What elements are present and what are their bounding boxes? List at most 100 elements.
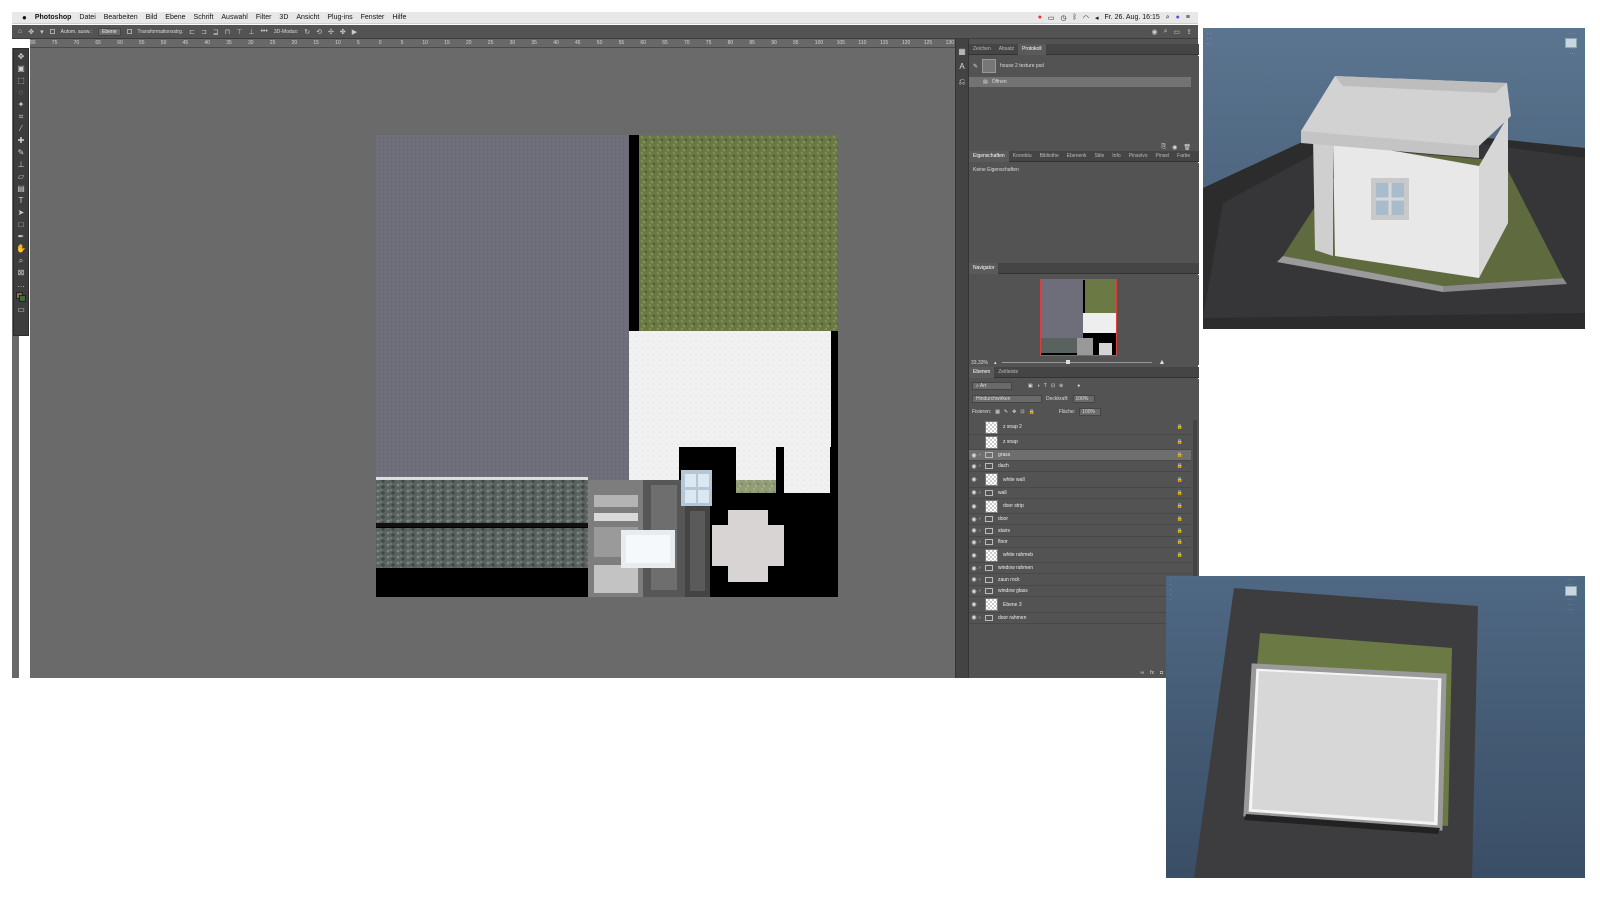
pen-icon[interactable]: ✒: [16, 232, 26, 241]
zoom-value[interactable]: 33,33%: [971, 360, 988, 366]
time-machine-icon[interactable]: ◷: [1061, 14, 1067, 22]
layer-row[interactable]: ◉ › grass 🔒: [969, 450, 1191, 461]
align-middle-icon[interactable]: ⊥: [248, 28, 254, 36]
menu-hilfe[interactable]: Hilfe: [392, 14, 406, 21]
layer-row[interactable]: ◉ › zaun rock: [969, 575, 1191, 586]
stamp-icon[interactable]: ⊥: [16, 160, 26, 169]
visibility-eye-icon[interactable]: ◉: [969, 614, 979, 621]
clock-text[interactable]: Fr. 26. Aug. 16:15: [1104, 14, 1159, 21]
orbit-3d-icon[interactable]: ↻: [304, 28, 310, 36]
display-icon[interactable]: ▭: [1048, 14, 1055, 22]
tab-eigenschaften[interactable]: Eigenschaften: [969, 150, 1009, 162]
menu-datei[interactable]: Datei: [79, 14, 95, 21]
lock-artboard-icon[interactable]: ⊡: [1020, 409, 1024, 415]
siri-icon[interactable]: ●: [1176, 14, 1180, 21]
lasso-icon[interactable]: ◌: [16, 88, 26, 97]
visibility-eye-icon[interactable]: ◉: [969, 503, 979, 510]
layer-row[interactable]: z snap 2 🔒: [969, 420, 1191, 435]
tab-absatz[interactable]: Absatz: [995, 44, 1018, 55]
creative-cloud-icon[interactable]: ●: [1038, 14, 1042, 21]
workspace-icon[interactable]: ▭: [1174, 28, 1181, 36]
layer-row[interactable]: ◉ white wall 🔒: [969, 473, 1191, 488]
tab-zeichen[interactable]: Zeichen: [969, 44, 995, 55]
menu-3d[interactable]: 3D: [279, 14, 288, 21]
slide-3d-icon[interactable]: ✤: [340, 28, 346, 36]
visibility-eye-icon[interactable]: ◉: [969, 576, 979, 583]
hand-icon[interactable]: ✋: [16, 244, 26, 253]
opacity-input[interactable]: 100%: [1072, 395, 1095, 403]
menu-auswahl[interactable]: Auswahl: [221, 14, 247, 21]
marquee-icon[interactable]: ⬚: [16, 76, 26, 85]
visibility-eye-icon[interactable]: ◉: [969, 552, 979, 559]
color-swatches-icon[interactable]: [16, 292, 26, 302]
brush-icon[interactable]: ✎: [16, 148, 26, 157]
zoom-in-icon[interactable]: ▲: [1158, 359, 1165, 366]
tab-pinsel[interactable]: Pinsel: [1152, 151, 1174, 162]
screen-mode-icon[interactable]: ▭: [16, 305, 26, 314]
align-right-icon[interactable]: ⊒: [213, 28, 219, 36]
share-profile-icon[interactable]: ◉: [1151, 28, 1157, 36]
visibility-eye-icon[interactable]: ◉: [969, 516, 979, 523]
type-icon[interactable]: T: [16, 196, 26, 205]
eyedropper-icon[interactable]: ⁄: [16, 124, 26, 133]
view-cube-icon[interactable]: [1565, 38, 1577, 48]
layer-filter-select[interactable]: ⌕ Art: [972, 382, 1012, 390]
roll-3d-icon[interactable]: ⟲: [316, 28, 322, 36]
menu-bild[interactable]: Bild: [146, 14, 158, 21]
tab-navigator[interactable]: Navigator: [969, 262, 999, 274]
history-step[interactable]: ▤ Öffnen: [969, 77, 1191, 87]
viewport-top[interactable]: · · ·· · ·· · ·· · ·· · ·· · ·· · · ····…: [1166, 576, 1585, 878]
filter-smart-icon[interactable]: ⊕: [1059, 383, 1063, 389]
menu-filter[interactable]: Filter: [256, 14, 272, 21]
tab-ebenen[interactable]: Ebenen: [969, 366, 995, 378]
more-icon[interactable]: …: [16, 280, 26, 289]
gradient-icon[interactable]: ▤: [16, 184, 26, 193]
share-icon[interactable]: ⇪: [1186, 28, 1192, 36]
history-snapshot-thumb[interactable]: [982, 59, 997, 73]
target-select[interactable]: Ebene: [98, 27, 121, 36]
menu-ansicht[interactable]: Ansicht: [296, 14, 319, 21]
lock-position-icon[interactable]: ✥: [1012, 409, 1016, 415]
layer-row[interactable]: ◉ › door 🔒: [969, 514, 1191, 526]
tab-farbe[interactable]: Farbe: [1173, 151, 1194, 162]
layer-row[interactable]: ◉ door strip 🔒: [969, 499, 1191, 515]
paragraph-icon[interactable]: A: [958, 62, 967, 71]
wifi-icon[interactable]: ◠: [1083, 14, 1089, 22]
tab-protokoll[interactable]: Protokoll: [1018, 43, 1046, 55]
path-select-icon[interactable]: ➤: [16, 208, 26, 217]
align-top-icon[interactable]: ⊤: [236, 28, 242, 36]
viewport-perspective[interactable]: · · ·· · ·· · ·· · ·· · · · · ·· · ·· · …: [1203, 28, 1585, 329]
three-d-icon[interactable]: ⊠: [16, 268, 26, 277]
spotlight-icon[interactable]: ⌕: [1166, 14, 1170, 22]
search-icon[interactable]: ⌕: [1164, 28, 1168, 36]
menu-ebene[interactable]: Ebene: [165, 14, 185, 21]
lock-paint-icon[interactable]: ✎: [1004, 409, 1008, 415]
layer-row[interactable]: ◉ › door rahmen: [969, 613, 1191, 624]
visibility-eye-icon[interactable]: ◉: [969, 489, 979, 496]
zoom-slider[interactable]: [1002, 360, 1153, 364]
layer-row[interactable]: ◉ › wall 🔒: [969, 488, 1191, 499]
visibility-eye-icon[interactable]: ◉: [969, 539, 979, 546]
filter-toggle-icon[interactable]: ●: [1077, 383, 1080, 389]
glyphs-icon[interactable]: ▦: [958, 47, 967, 56]
history-icon[interactable]: ⎌: [958, 77, 967, 86]
rectangle-icon[interactable]: □: [16, 220, 26, 229]
mask-icon[interactable]: ◘: [1160, 670, 1163, 676]
magic-wand-icon[interactable]: ✦: [16, 100, 26, 109]
menu-fenster[interactable]: Fenster: [361, 14, 385, 21]
menu-schrift[interactable]: Schrift: [194, 14, 214, 21]
fx-icon[interactable]: fx: [1150, 670, 1154, 676]
filter-type-icon[interactable]: T: [1044, 383, 1047, 389]
tab-bibliotheken[interactable]: Bibliothe: [1036, 151, 1063, 162]
bluetooth-icon[interactable]: ᛒ: [1073, 14, 1077, 21]
fill-input[interactable]: 100%: [1079, 408, 1102, 416]
artboard-icon[interactable]: ▣: [16, 64, 26, 73]
visibility-eye-icon[interactable]: ◉: [969, 463, 979, 470]
lock-pixels-icon[interactable]: ▦: [995, 409, 1000, 415]
layer-row[interactable]: ◉ › dach 🔒: [969, 461, 1191, 473]
visibility-eye-icon[interactable]: ◉: [969, 565, 979, 572]
layer-row[interactable]: ◉ › window rahmen: [969, 563, 1191, 575]
visibility-eye-icon[interactable]: ◉: [969, 476, 979, 483]
auto-select-checkbox[interactable]: [49, 29, 55, 34]
visibility-eye-icon[interactable]: ◉: [969, 601, 979, 608]
